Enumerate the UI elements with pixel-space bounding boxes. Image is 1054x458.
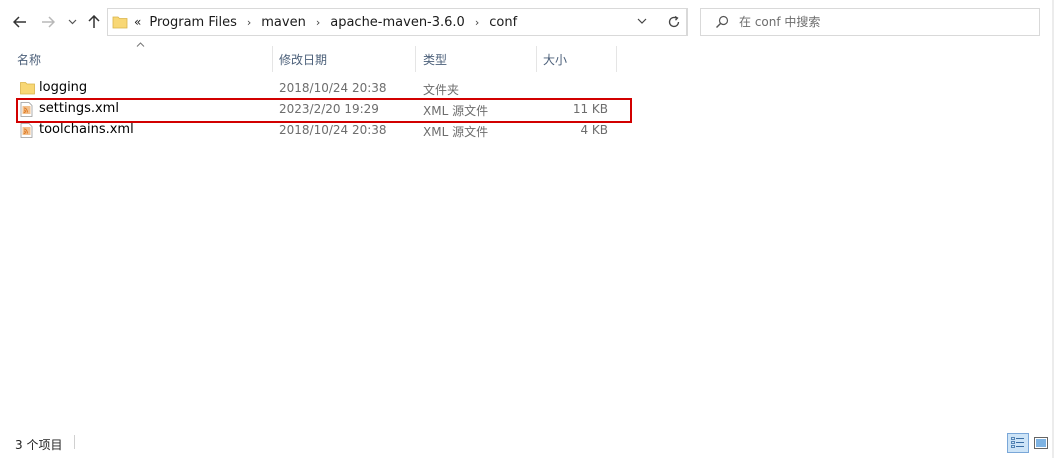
large-icons-view-icon (1034, 437, 1048, 449)
file-size: 4 KB (580, 123, 608, 137)
file-size: 11 KB (572, 102, 608, 116)
column-divider[interactable] (616, 46, 617, 72)
column-header-label: 修改日期 (279, 52, 328, 67)
file-type: XML 源文件 (423, 104, 489, 118)
file-name: settings.xml (39, 101, 119, 116)
folder-icon (112, 14, 128, 33)
refresh-icon (668, 15, 679, 28)
refresh-button[interactable] (660, 8, 688, 36)
file-type: XML 源文件 (423, 125, 489, 139)
file-row-logging[interactable]: logging 2018/10/24 20:38 文件夹 (16, 78, 628, 99)
breadcrumb-separator-icon[interactable]: › (247, 16, 251, 29)
xml-file-icon (20, 123, 33, 141)
column-header-type[interactable]: 类型 (423, 46, 536, 72)
arrow-up-icon (88, 15, 100, 28)
breadcrumb-item-apache-maven[interactable]: apache-maven-3.6.0 (330, 15, 465, 30)
column-header-label: 类型 (423, 52, 448, 67)
file-modified: 2018/10/24 20:38 (279, 123, 387, 137)
status-item-count: 3 个项目 (15, 438, 63, 452)
back-button[interactable] (8, 10, 32, 34)
address-bar[interactable]: « Program Files › maven › apache-maven-3… (107, 8, 687, 36)
file-row-settings[interactable]: settings.xml 2023/2/20 19:29 XML 源文件 11 … (16, 99, 628, 120)
column-header-label: 大小 (543, 52, 568, 67)
recent-locations-button[interactable] (64, 10, 80, 34)
breadcrumb-overflow[interactable]: « (134, 15, 141, 29)
arrow-left-icon (13, 16, 26, 28)
details-view-icon (1011, 437, 1024, 448)
address-history-button[interactable] (631, 8, 653, 34)
navigation-bar: « Program Files › maven › apache-maven-3… (0, 0, 1054, 44)
forward-button[interactable] (36, 10, 60, 34)
breadcrumb-item-program-files[interactable]: Program Files (149, 15, 237, 30)
column-divider[interactable] (415, 46, 416, 72)
status-divider (74, 435, 75, 449)
breadcrumb-separator-icon[interactable]: › (475, 16, 479, 29)
details-view-button[interactable] (1007, 433, 1029, 453)
search-box[interactable] (700, 8, 1040, 36)
search-input[interactable] (739, 12, 1029, 32)
arrow-right-icon (42, 16, 55, 28)
column-header-label: 名称 (17, 52, 42, 67)
column-header-name[interactable]: 名称 (17, 46, 272, 72)
search-icon (715, 15, 729, 32)
breadcrumb: « Program Files › maven › apache-maven-3… (134, 9, 517, 35)
breadcrumb-item-maven[interactable]: maven (261, 15, 306, 30)
column-divider[interactable] (272, 46, 273, 72)
folder-icon (20, 81, 35, 98)
file-modified: 2018/10/24 20:38 (279, 81, 387, 95)
xml-file-icon (20, 102, 33, 120)
column-header-size[interactable]: 大小 (543, 46, 616, 72)
breadcrumb-separator-icon[interactable]: › (316, 16, 320, 29)
chevron-down-icon (68, 19, 76, 25)
column-header-modified[interactable]: 修改日期 (279, 46, 415, 72)
file-name: toolchains.xml (39, 122, 134, 137)
breadcrumb-item-conf[interactable]: conf (489, 15, 517, 30)
column-divider[interactable] (536, 46, 537, 72)
file-row-toolchains[interactable]: toolchains.xml 2018/10/24 20:38 XML 源文件 … (16, 120, 628, 141)
file-type: 文件夹 (423, 83, 460, 97)
file-name: logging (39, 80, 88, 95)
large-icons-view-button[interactable] (1031, 433, 1051, 453)
file-modified: 2023/2/20 19:29 (279, 102, 379, 116)
chevron-down-icon (637, 18, 647, 24)
up-button[interactable] (84, 10, 104, 34)
